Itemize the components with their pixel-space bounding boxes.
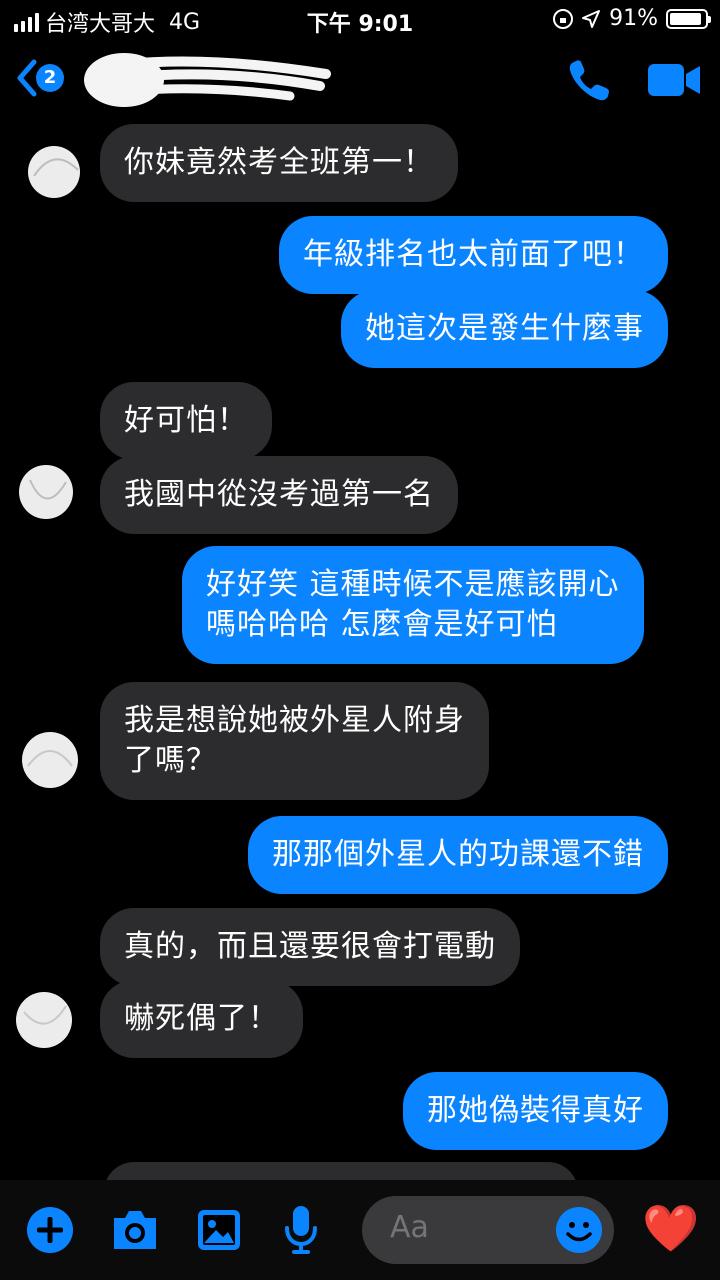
phone-icon[interactable] xyxy=(566,58,612,104)
battery-level-fill xyxy=(670,12,701,25)
message-input[interactable] xyxy=(390,1210,540,1245)
incoming-message[interactable]: 我是想說她被外星人附身 了嗎？ xyxy=(100,682,489,800)
unread-count-badge: 2 xyxy=(36,64,64,92)
message-line: 好好笑 這種時候不是應該開心 xyxy=(206,567,620,602)
gallery-icon[interactable] xyxy=(196,1208,242,1252)
contact-name-redacted[interactable] xyxy=(80,48,336,110)
battery-icon xyxy=(666,8,711,29)
emoji-icon[interactable] xyxy=(554,1205,604,1255)
lock-rotation-icon xyxy=(553,8,574,29)
status-bar: 台湾大哥大 4G 下午 9:01 91% xyxy=(0,0,720,40)
message-line: 了嗎？ xyxy=(124,743,217,778)
outgoing-message[interactable]: 她這次是發生什麼事 xyxy=(341,290,668,368)
back-chevron-icon xyxy=(17,59,37,97)
outgoing-message[interactable]: 年級排名也太前面了吧！ xyxy=(279,216,668,294)
microphone-icon[interactable] xyxy=(284,1204,318,1256)
contact-avatar[interactable] xyxy=(16,460,76,524)
plus-icon[interactable] xyxy=(26,1206,74,1254)
contact-avatar[interactable] xyxy=(24,140,84,204)
outgoing-message[interactable]: 那她偽裝得真好 xyxy=(403,1072,668,1150)
incoming-message[interactable]: 好可怕！ xyxy=(100,382,272,460)
location-arrow-icon xyxy=(582,9,601,28)
message-composer[interactable] xyxy=(362,1196,614,1264)
battery-percent: 91% xyxy=(609,6,658,31)
camera-icon[interactable] xyxy=(110,1208,160,1252)
status-right: 91% xyxy=(553,6,711,31)
message-line: 嗎哈哈哈 怎麼會是好可怕 xyxy=(206,607,558,642)
heart-icon[interactable]: ❤️ xyxy=(642,1200,699,1256)
back-button[interactable]: 2 xyxy=(14,58,64,98)
outgoing-message[interactable]: 好好笑 這種時候不是應該開心 嗎哈哈哈 怎麼會是好可怕 xyxy=(182,546,644,664)
contact-avatar[interactable] xyxy=(12,988,72,1052)
message-line: 我是想說她被外星人附身 xyxy=(124,703,465,738)
incoming-message[interactable]: 嚇死偶了！ xyxy=(100,980,303,1058)
incoming-message[interactable]: 你妹竟然考全班第一！ xyxy=(100,124,458,202)
contact-avatar[interactable] xyxy=(20,726,80,790)
video-camera-icon[interactable] xyxy=(646,62,702,98)
incoming-message[interactable]: 我國中從沒考過第一名 xyxy=(100,456,458,534)
incoming-message[interactable]: 真的，而且還要很會打電動 xyxy=(100,908,520,986)
conversation-header: 2 xyxy=(0,44,720,120)
outgoing-message[interactable]: 那那個外星人的功課還不錯 xyxy=(248,816,668,894)
